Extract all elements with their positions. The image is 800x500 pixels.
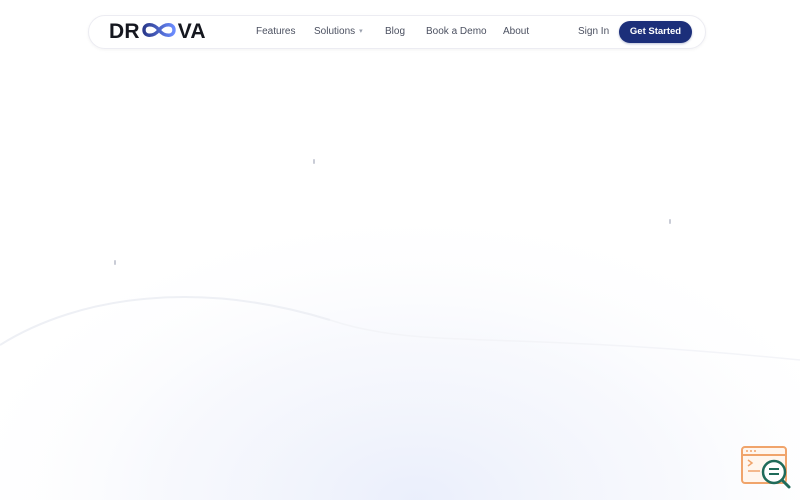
chevron-down-icon: ▾ xyxy=(359,28,363,35)
nav-link-features[interactable]: Features xyxy=(256,25,295,39)
nav-link-blog[interactable]: Blog xyxy=(385,25,405,39)
nav-link-solutions-label: Solutions xyxy=(314,26,356,37)
browser-search-icon[interactable] xyxy=(740,445,792,490)
nav-links: Features Solutions ▾ Blog Book a Demo Abo… xyxy=(89,16,705,48)
decorative-marker xyxy=(114,260,116,265)
nav-link-book-a-demo[interactable]: Book a Demo xyxy=(426,25,487,39)
sign-in-link[interactable]: Sign In xyxy=(578,25,609,39)
decorative-marker xyxy=(313,159,315,164)
nav-link-about[interactable]: About xyxy=(503,25,529,39)
decorative-marker xyxy=(669,219,671,224)
get-started-button[interactable]: Get Started xyxy=(619,21,692,43)
hero-background xyxy=(0,0,800,500)
top-navbar: DR VA Features Solutions ▾ Blog Book a Dem… xyxy=(88,15,706,49)
nav-link-solutions[interactable]: Solutions ▾ xyxy=(314,25,363,39)
